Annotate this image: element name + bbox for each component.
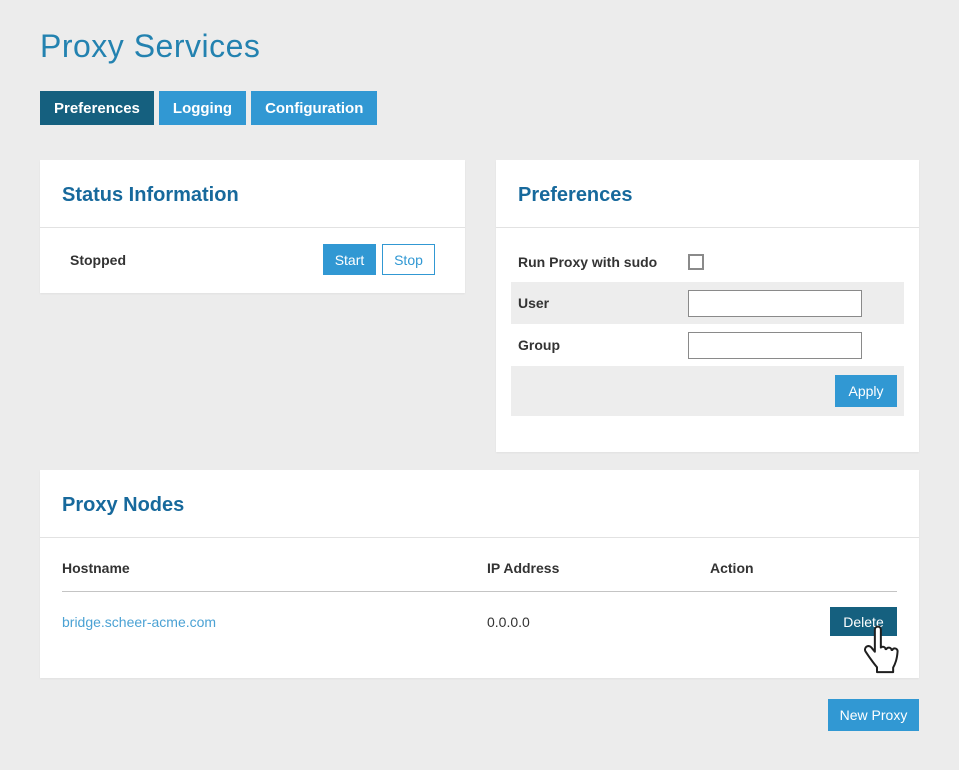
column-header-action: Action — [710, 560, 897, 576]
preferences-card: Preferences Run Proxy with sudo User Gro… — [496, 160, 919, 452]
user-row: User — [511, 282, 904, 324]
page-title: Proxy Services — [40, 28, 260, 65]
user-input[interactable] — [688, 290, 862, 317]
sudo-row: Run Proxy with sudo — [511, 242, 904, 282]
preferences-form: Run Proxy with sudo User Group Apply — [511, 242, 904, 416]
apply-row: Apply — [511, 366, 904, 416]
status-row: Stopped Start Stop — [40, 228, 465, 275]
stop-button[interactable]: Stop — [382, 244, 435, 275]
sudo-label: Run Proxy with sudo — [518, 254, 688, 270]
preferences-card-header: Preferences — [496, 160, 919, 228]
new-proxy-button[interactable]: New Proxy — [828, 699, 919, 731]
proxy-nodes-card-title: Proxy Nodes — [62, 494, 897, 517]
tab-logging[interactable]: Logging — [159, 91, 246, 125]
proxy-nodes-card: Proxy Nodes Hostname IP Address Action b… — [40, 470, 919, 678]
status-information-card: Status Information Stopped Start Stop — [40, 160, 465, 293]
column-header-ip-address: IP Address — [487, 560, 710, 576]
proxy-nodes-table-header: Hostname IP Address Action — [62, 538, 897, 592]
hostname-link[interactable]: bridge.scheer-acme.com — [62, 614, 216, 630]
preferences-card-title: Preferences — [518, 184, 897, 207]
status-card-title: Status Information — [62, 184, 443, 207]
group-row: Group — [511, 324, 904, 366]
table-row: bridge.scheer-acme.com 0.0.0.0 Delete — [62, 592, 897, 651]
user-label: User — [518, 295, 688, 311]
tab-configuration[interactable]: Configuration — [251, 91, 377, 125]
status-value: Stopped — [70, 252, 126, 268]
status-buttons: Start Stop — [323, 244, 435, 275]
start-button[interactable]: Start — [323, 244, 376, 275]
group-input[interactable] — [688, 332, 862, 359]
group-label: Group — [518, 337, 688, 353]
column-header-hostname: Hostname — [62, 560, 487, 576]
status-card-header: Status Information — [40, 160, 465, 228]
sudo-checkbox[interactable] — [688, 254, 704, 270]
tab-bar: Preferences Logging Configuration — [40, 91, 377, 125]
ip-address-value: 0.0.0.0 — [487, 614, 710, 630]
delete-button[interactable]: Delete — [830, 607, 897, 636]
apply-button[interactable]: Apply — [835, 375, 897, 407]
tab-preferences[interactable]: Preferences — [40, 91, 154, 125]
proxy-nodes-card-header: Proxy Nodes — [40, 470, 919, 538]
